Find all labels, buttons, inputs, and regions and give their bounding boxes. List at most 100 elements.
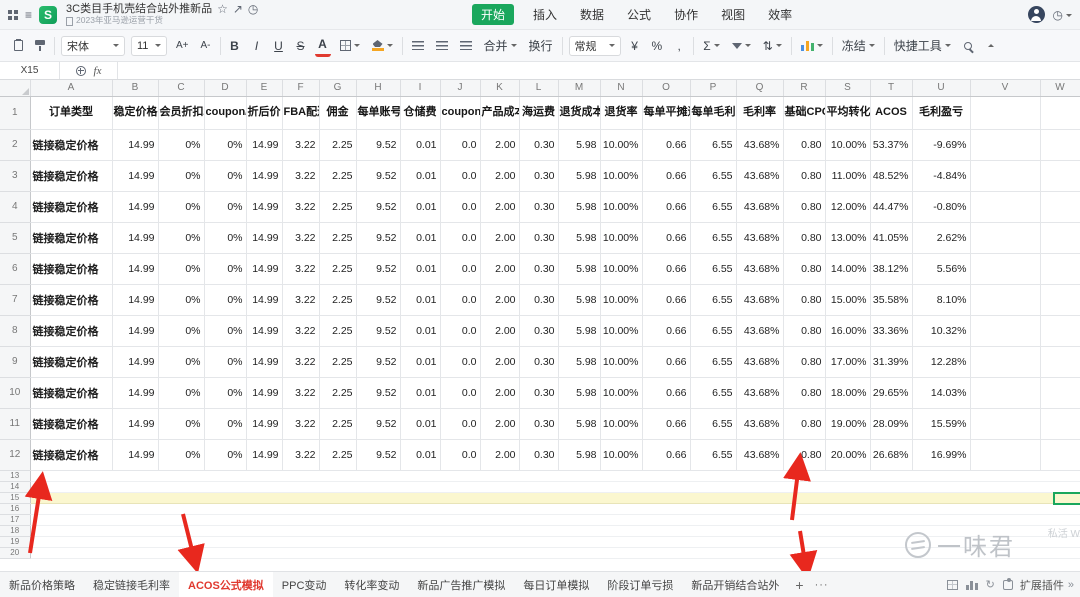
cell-C19[interactable] bbox=[158, 536, 204, 547]
cell-V3[interactable] bbox=[970, 160, 1040, 191]
cell-O3[interactable]: 0.66 bbox=[642, 160, 690, 191]
cell-V7[interactable] bbox=[970, 284, 1040, 315]
cell-D7[interactable]: 0% bbox=[204, 284, 246, 315]
cell-E8[interactable]: 14.99 bbox=[246, 315, 282, 346]
cell-J1[interactable]: coupon费用 bbox=[440, 96, 480, 129]
row-number-15[interactable]: 15 bbox=[0, 492, 30, 503]
cell-W4[interactable] bbox=[1040, 191, 1080, 222]
cell-U11[interactable]: 15.59% bbox=[912, 408, 970, 439]
cell-M20[interactable] bbox=[558, 547, 600, 558]
cell-H5[interactable]: 9.52 bbox=[356, 222, 400, 253]
cell-M1[interactable]: 退货成本 bbox=[558, 96, 600, 129]
cell-H6[interactable]: 9.52 bbox=[356, 253, 400, 284]
underline-button[interactable]: U bbox=[271, 35, 287, 57]
cell-K15[interactable] bbox=[480, 492, 519, 503]
cell-I11[interactable]: 0.01 bbox=[400, 408, 440, 439]
column-header-B[interactable]: B bbox=[112, 80, 158, 96]
cell-B1[interactable]: 稳定价格 bbox=[112, 96, 158, 129]
cell-F18[interactable] bbox=[282, 525, 319, 536]
sort-button[interactable]: ⇅ bbox=[760, 35, 785, 57]
cell-V14[interactable] bbox=[970, 481, 1040, 492]
cell-R16[interactable] bbox=[783, 503, 825, 514]
cell-H13[interactable] bbox=[356, 470, 400, 481]
currency-format-button[interactable]: ¥ bbox=[627, 35, 643, 57]
cell-C13[interactable] bbox=[158, 470, 204, 481]
column-header-J[interactable]: J bbox=[440, 80, 480, 96]
sheet-list-button[interactable]: ··· bbox=[811, 579, 833, 591]
row-number-7[interactable]: 7 bbox=[0, 284, 30, 315]
cell-H4[interactable]: 9.52 bbox=[356, 191, 400, 222]
cell-V20[interactable] bbox=[970, 547, 1040, 558]
cell-J18[interactable] bbox=[440, 525, 480, 536]
cell-B15[interactable] bbox=[112, 492, 158, 503]
cell-P5[interactable]: 6.55 bbox=[690, 222, 736, 253]
column-header-P[interactable]: P bbox=[690, 80, 736, 96]
cell-I17[interactable] bbox=[400, 514, 440, 525]
sheet-tab-稳定链接毛利率[interactable]: 稳定链接毛利率 bbox=[84, 572, 179, 597]
cell-S20[interactable] bbox=[825, 547, 870, 558]
autosum-button[interactable]: Σ bbox=[700, 35, 722, 57]
cell-G12[interactable]: 2.25 bbox=[319, 439, 356, 470]
cell-P1[interactable]: 每单毛利 bbox=[690, 96, 736, 129]
cell-L8[interactable]: 0.30 bbox=[519, 315, 558, 346]
cell-P19[interactable] bbox=[690, 536, 736, 547]
cell-R6[interactable]: 0.80 bbox=[783, 253, 825, 284]
cell-A12[interactable]: 链接稳定价格 bbox=[30, 439, 112, 470]
cell-T8[interactable]: 33.36% bbox=[870, 315, 912, 346]
decrease-font-button[interactable]: A- bbox=[198, 35, 214, 57]
cell-B3[interactable]: 14.99 bbox=[112, 160, 158, 191]
cell-H2[interactable]: 9.52 bbox=[356, 129, 400, 160]
cell-U9[interactable]: 12.28% bbox=[912, 346, 970, 377]
cell-U13[interactable] bbox=[912, 470, 970, 481]
cell-M2[interactable]: 5.98 bbox=[558, 129, 600, 160]
cell-D5[interactable]: 0% bbox=[204, 222, 246, 253]
cell-S4[interactable]: 12.00% bbox=[825, 191, 870, 222]
cell-B11[interactable]: 14.99 bbox=[112, 408, 158, 439]
cell-B4[interactable]: 14.99 bbox=[112, 191, 158, 222]
cell-P17[interactable] bbox=[690, 514, 736, 525]
cell-H3[interactable]: 9.52 bbox=[356, 160, 400, 191]
cell-W14[interactable] bbox=[1040, 481, 1080, 492]
insert-function-icon[interactable] bbox=[76, 66, 86, 76]
row-number-2[interactable]: 2 bbox=[0, 129, 30, 160]
cell-M4[interactable]: 5.98 bbox=[558, 191, 600, 222]
sheet-tab-转化率变动[interactable]: 转化率变动 bbox=[335, 572, 408, 597]
cell-B13[interactable] bbox=[112, 470, 158, 481]
cell-W3[interactable] bbox=[1040, 160, 1080, 191]
cell-P9[interactable]: 6.55 bbox=[690, 346, 736, 377]
menu-tab-效率[interactable]: 效率 bbox=[764, 4, 796, 25]
sheet-tab-ACOS公式模拟[interactable]: ACOS公式模拟 bbox=[179, 572, 273, 597]
row-number-16[interactable]: 16 bbox=[0, 503, 30, 514]
cell-F4[interactable]: 3.22 bbox=[282, 191, 319, 222]
cell-I8[interactable]: 0.01 bbox=[400, 315, 440, 346]
cell-D4[interactable]: 0% bbox=[204, 191, 246, 222]
cell-F2[interactable]: 3.22 bbox=[282, 129, 319, 160]
cell-H18[interactable] bbox=[356, 525, 400, 536]
column-header-S[interactable]: S bbox=[825, 80, 870, 96]
cell-B17[interactable] bbox=[112, 514, 158, 525]
sheet-tab-新品广告推广模拟[interactable]: 新品广告推广模拟 bbox=[408, 572, 514, 597]
cell-D15[interactable] bbox=[204, 492, 246, 503]
cell-Q14[interactable] bbox=[736, 481, 783, 492]
cell-L1[interactable]: 海运费 bbox=[519, 96, 558, 129]
cell-U1[interactable]: 毛利盈亏 bbox=[912, 96, 970, 129]
cell-D10[interactable]: 0% bbox=[204, 377, 246, 408]
paste-button[interactable] bbox=[10, 35, 26, 57]
cell-G17[interactable] bbox=[319, 514, 356, 525]
cell-O4[interactable]: 0.66 bbox=[642, 191, 690, 222]
format-painter-button[interactable] bbox=[32, 35, 48, 57]
column-header-T[interactable]: T bbox=[870, 80, 912, 96]
cell-O20[interactable] bbox=[642, 547, 690, 558]
cell-G3[interactable]: 2.25 bbox=[319, 160, 356, 191]
cell-L6[interactable]: 0.30 bbox=[519, 253, 558, 284]
column-header-N[interactable]: N bbox=[600, 80, 642, 96]
cell-Q3[interactable]: 43.68% bbox=[736, 160, 783, 191]
cell-G2[interactable]: 2.25 bbox=[319, 129, 356, 160]
collapse-ribbon-button[interactable] bbox=[982, 35, 998, 57]
cell-B7[interactable]: 14.99 bbox=[112, 284, 158, 315]
cell-Q16[interactable] bbox=[736, 503, 783, 514]
cell-Q1[interactable]: 毛利率 bbox=[736, 96, 783, 129]
cell-W19[interactable] bbox=[1040, 536, 1080, 547]
cell-L19[interactable] bbox=[519, 536, 558, 547]
cell-P14[interactable] bbox=[690, 481, 736, 492]
